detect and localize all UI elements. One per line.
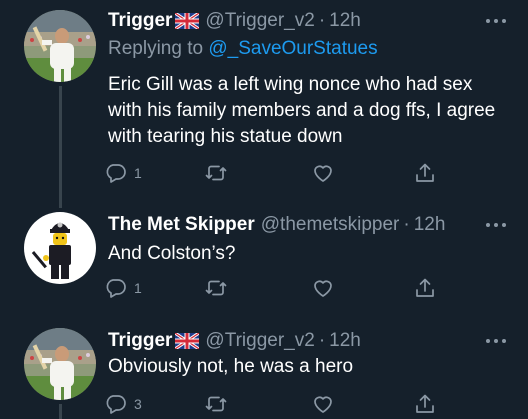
like-button[interactable] xyxy=(311,391,335,417)
like-icon xyxy=(314,396,332,413)
share-button[interactable] xyxy=(413,391,437,417)
retweet-icon xyxy=(205,396,227,412)
tweet-2[interactable]: The Met Skipper @themetskipper · 12h And… xyxy=(0,200,528,320)
cricketer-avatar-image xyxy=(24,10,96,82)
tweet-text: Obviously not, he was a hero xyxy=(108,356,354,377)
like-icon xyxy=(314,280,332,297)
uk-flag-icon xyxy=(175,333,200,349)
reply-count: 1 xyxy=(134,165,142,181)
thread-line xyxy=(59,200,62,208)
retweet-icon xyxy=(205,280,227,296)
timestamp[interactable]: 12h xyxy=(329,330,361,352)
tweet-3[interactable]: Trigger @Trigger_v2 · 12h Obviously not,… xyxy=(0,320,528,419)
share-button[interactable] xyxy=(413,275,437,301)
like-icon xyxy=(314,165,332,182)
share-icon xyxy=(416,278,434,297)
reply-icon xyxy=(106,395,126,414)
more-icon[interactable] xyxy=(486,222,506,228)
replying-to-label: Replying to xyxy=(108,38,209,59)
tweet-text: And Colston’s? xyxy=(108,243,236,264)
user-handle[interactable]: @Trigger_v2 xyxy=(205,10,314,32)
tweet-1[interactable]: Trigger @Trigger_v2 · 12h Replying to @_… xyxy=(0,0,528,202)
retweet-button[interactable] xyxy=(204,160,228,186)
uk-flag-icon xyxy=(175,13,200,29)
replying-to: Replying to @_SaveOurStatues xyxy=(108,38,378,60)
reply-count: 1 xyxy=(134,280,142,296)
user-handle[interactable]: @themetskipper xyxy=(261,214,400,236)
action-bar: 1 xyxy=(104,160,444,186)
action-bar: 1 xyxy=(104,275,444,301)
share-icon xyxy=(416,394,434,413)
avatar[interactable] xyxy=(24,212,96,284)
cricketer-avatar-image xyxy=(24,328,96,400)
retweet-icon xyxy=(205,165,227,181)
like-button[interactable] xyxy=(311,160,335,186)
like-button[interactable] xyxy=(311,275,335,301)
thread-line xyxy=(59,86,62,202)
separator-dot: · xyxy=(318,330,326,351)
share-icon xyxy=(416,163,434,182)
more-icon[interactable] xyxy=(486,338,506,344)
more-icon[interactable] xyxy=(486,18,506,24)
reply-count: 3 xyxy=(134,396,142,412)
retweet-button[interactable] xyxy=(204,391,228,417)
reply-icon xyxy=(106,164,126,183)
timestamp[interactable]: 12h xyxy=(414,214,446,236)
reply-button[interactable]: 1 xyxy=(104,275,142,301)
reply-button[interactable]: 1 xyxy=(104,160,142,186)
replying-to-mention[interactable]: @_SaveOurStatues xyxy=(208,38,377,59)
reply-button[interactable]: 3 xyxy=(104,391,142,417)
avatar[interactable] xyxy=(24,10,96,82)
display-name[interactable]: Trigger xyxy=(108,10,172,32)
police-figure-avatar-image xyxy=(24,212,96,284)
tweet-header: Trigger @Trigger_v2 · 12h xyxy=(108,9,508,33)
action-bar: 3 xyxy=(104,391,444,417)
avatar[interactable] xyxy=(24,328,96,400)
retweet-button[interactable] xyxy=(204,275,228,301)
tweet-header: The Met Skipper @themetskipper · 12h xyxy=(108,213,508,237)
separator-dot: · xyxy=(403,214,410,235)
display-name[interactable]: The Met Skipper xyxy=(108,214,255,236)
separator-dot: · xyxy=(318,10,326,31)
thread-line xyxy=(59,404,62,419)
tweet-header: Trigger @Trigger_v2 · 12h xyxy=(108,329,508,353)
share-button[interactable] xyxy=(413,160,437,186)
tweet-text: Eric Gill was a left wing nonce who had … xyxy=(108,74,496,147)
reply-icon xyxy=(106,279,126,298)
display-name[interactable]: Trigger xyxy=(108,330,172,352)
user-handle[interactable]: @Trigger_v2 xyxy=(205,330,314,352)
timestamp[interactable]: 12h xyxy=(329,10,361,32)
